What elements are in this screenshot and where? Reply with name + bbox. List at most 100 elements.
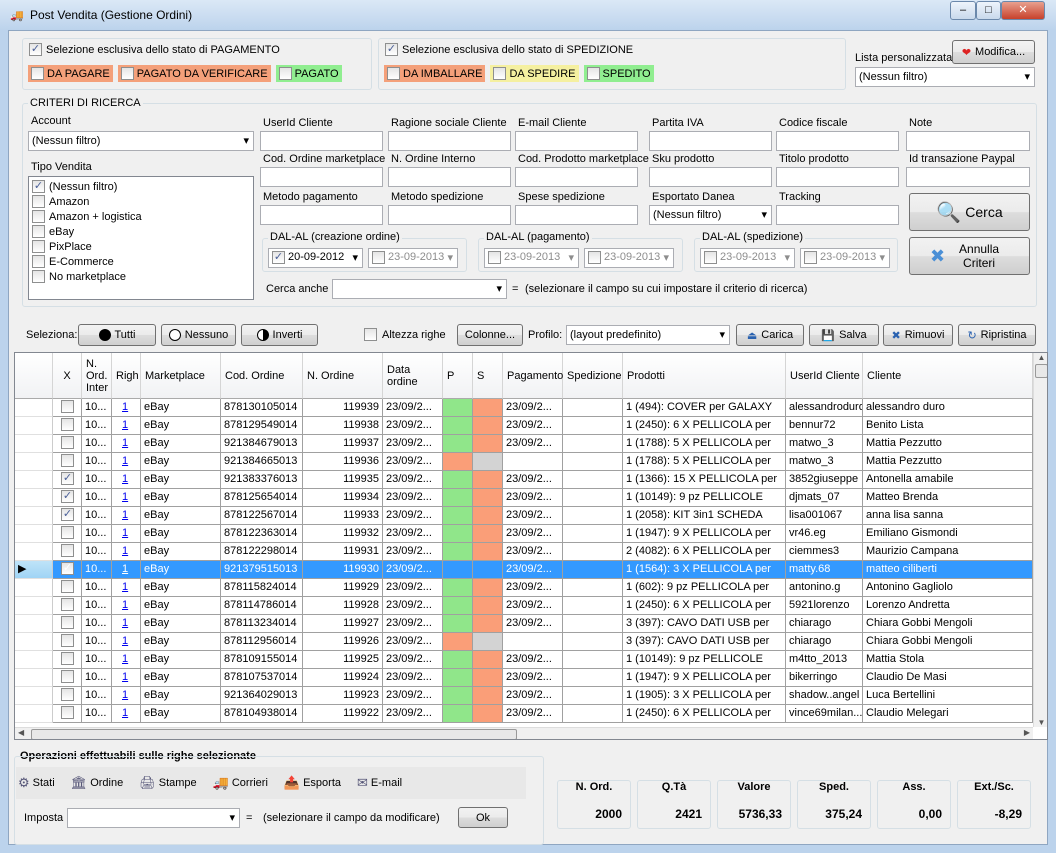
- cell-2[interactable]: 1: [112, 543, 141, 561]
- search-field-input[interactable]: [260, 205, 383, 225]
- payment-state-2[interactable]: PAGATO: [275, 65, 342, 82]
- date-checkbox[interactable]: [804, 250, 817, 264]
- cell-0[interactable]: [53, 705, 82, 723]
- payment-state-checkbox[interactable]: [31, 67, 44, 80]
- rows-link[interactable]: 1: [122, 491, 128, 503]
- column-header[interactable]: Cod. Ordine: [221, 353, 303, 399]
- cell-0[interactable]: [53, 579, 82, 597]
- tipo-checkbox[interactable]: [32, 240, 45, 253]
- rows-link[interactable]: 1: [122, 545, 128, 557]
- restore-profile-button[interactable]: ↻ Ripristina: [958, 324, 1036, 346]
- load-profile-button[interactable]: ⏏ Carica: [736, 324, 804, 346]
- date-checkbox[interactable]: [588, 250, 601, 264]
- tipo-checkbox[interactable]: [32, 195, 45, 208]
- cell-2[interactable]: 1: [112, 561, 141, 579]
- rows-link[interactable]: 1: [122, 599, 128, 611]
- horizontal-scroll-thumb[interactable]: [31, 729, 517, 739]
- cell-2[interactable]: 1: [112, 669, 141, 687]
- cell-1[interactable]: 10...: [82, 687, 112, 705]
- cell-2[interactable]: 1: [112, 417, 141, 435]
- date-checkbox[interactable]: ✓: [272, 250, 285, 264]
- cell-1[interactable]: 10...: [82, 507, 112, 525]
- row-checkbox[interactable]: [61, 579, 74, 593]
- cell-1[interactable]: 10...: [82, 615, 112, 633]
- tipo-vendita-item[interactable]: eBay: [29, 224, 253, 239]
- row-header[interactable]: [15, 543, 53, 561]
- rows-link[interactable]: 1: [122, 671, 128, 683]
- cell-1[interactable]: 10...: [82, 489, 112, 507]
- cell-1[interactable]: 10...: [82, 543, 112, 561]
- row-checkbox[interactable]: [61, 705, 74, 719]
- rows-link[interactable]: 1: [122, 617, 128, 629]
- cell-0[interactable]: [53, 453, 82, 471]
- row-checkbox[interactable]: [61, 597, 74, 611]
- vertical-scroll-thumb[interactable]: [1035, 364, 1047, 378]
- row-header[interactable]: [15, 615, 53, 633]
- column-header[interactable]: Spedizione: [563, 353, 623, 399]
- cell-1[interactable]: 10...: [82, 525, 112, 543]
- row-checkbox[interactable]: [61, 399, 74, 413]
- row-header[interactable]: [15, 399, 53, 417]
- search-field-input[interactable]: [906, 167, 1030, 187]
- modifica-button[interactable]: ❤ Modifica...: [952, 40, 1035, 64]
- cell-2[interactable]: 1: [112, 705, 141, 723]
- search-field-input[interactable]: [260, 131, 383, 151]
- column-header[interactable]: Pagamento: [503, 353, 563, 399]
- row-checkbox[interactable]: [61, 669, 74, 683]
- cell-1[interactable]: 10...: [82, 561, 112, 579]
- row-header[interactable]: [15, 651, 53, 669]
- columns-button[interactable]: Colonne...: [457, 324, 523, 346]
- shipping-state-checkbox[interactable]: [586, 67, 600, 80]
- shipping-exclusive-checkbox[interactable]: ✓: [385, 43, 398, 56]
- imposta-select[interactable]: [67, 808, 240, 828]
- row-checkbox[interactable]: [61, 633, 74, 647]
- search-field-input[interactable]: [388, 131, 511, 151]
- row-header[interactable]: [15, 525, 53, 543]
- cell-1[interactable]: 10...: [82, 579, 112, 597]
- row-checkbox[interactable]: [61, 453, 74, 467]
- rows-link[interactable]: 1: [122, 437, 128, 449]
- search-field-input[interactable]: [776, 167, 899, 187]
- cell-1[interactable]: 10...: [82, 417, 112, 435]
- column-header[interactable]: S: [473, 353, 503, 399]
- rows-link[interactable]: 1: [122, 401, 128, 413]
- column-header[interactable]: P: [443, 353, 473, 399]
- row-header[interactable]: [15, 417, 53, 435]
- cell-2[interactable]: 1: [112, 651, 141, 669]
- invert-selection-button[interactable]: Inverti: [241, 324, 318, 346]
- select-none-button[interactable]: Nessuno: [161, 324, 236, 346]
- search-field-input[interactable]: [260, 167, 383, 187]
- orders-grid[interactable]: ▲ ▼ ◀ ▶ X N. Ord. Inter Righ Marketplace Cod…: [14, 352, 1048, 740]
- shipping-state-checkbox[interactable]: [387, 67, 400, 80]
- row-checkbox[interactable]: [61, 543, 74, 557]
- rows-link[interactable]: 1: [122, 419, 128, 431]
- search-field-input[interactable]: [776, 131, 899, 151]
- row-checkbox[interactable]: ✓: [61, 507, 74, 521]
- cell-2[interactable]: 1: [112, 687, 141, 705]
- operation-e-mail[interactable]: ✉ E-mail: [357, 775, 402, 791]
- tipo-checkbox[interactable]: [32, 210, 45, 223]
- cell-2[interactable]: 1: [112, 633, 141, 651]
- operation-ordine[interactable]: 🏛 Ordine: [71, 775, 124, 791]
- search-field-input[interactable]: [388, 167, 511, 187]
- row-header[interactable]: [15, 453, 53, 471]
- row-checkbox[interactable]: [61, 435, 74, 449]
- cell-1[interactable]: 10...: [82, 669, 112, 687]
- tipo-vendita-item[interactable]: ✓ (Nessun filtro): [29, 179, 253, 194]
- row-checkbox[interactable]: [61, 651, 74, 665]
- rows-link[interactable]: 1: [122, 653, 128, 665]
- cell-0[interactable]: [53, 435, 82, 453]
- cell-0[interactable]: [53, 687, 82, 705]
- row-header[interactable]: [15, 687, 53, 705]
- row-header[interactable]: [15, 579, 53, 597]
- column-header[interactable]: N. Ord. Inter: [82, 353, 112, 399]
- row-header[interactable]: [15, 471, 53, 489]
- row-header[interactable]: [15, 489, 53, 507]
- row-header[interactable]: [15, 507, 53, 525]
- date_payment-from-picker[interactable]: 23-09-2013: [484, 248, 579, 268]
- cell-2[interactable]: 1: [112, 471, 141, 489]
- horizontal-scrollbar[interactable]: ◀ ▶: [15, 727, 1033, 739]
- search-field-input[interactable]: [649, 131, 772, 151]
- cell-1[interactable]: 10...: [82, 453, 112, 471]
- cell-2[interactable]: 1: [112, 525, 141, 543]
